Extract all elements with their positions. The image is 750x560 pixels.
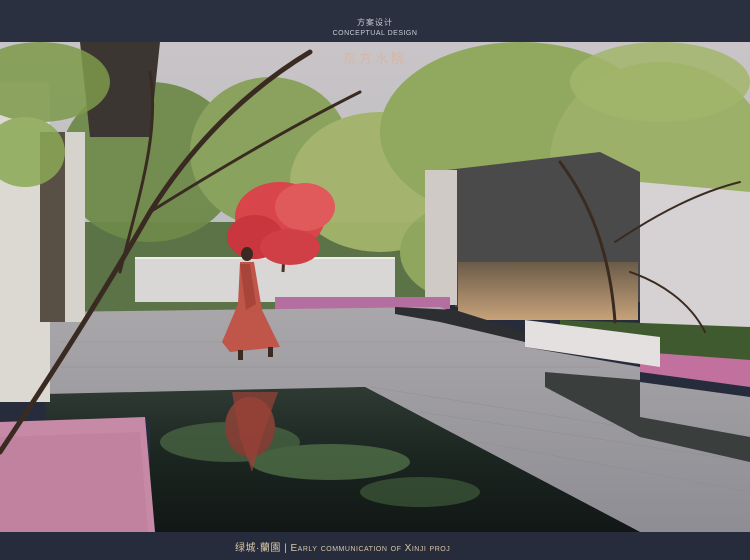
landscape-illustration	[0, 42, 750, 532]
white-wall	[135, 257, 395, 302]
overlay-title: 东方水院	[342, 52, 407, 67]
header-title-cn: 方案设计	[357, 18, 393, 27]
footer-caption: 绿城·蘭園 | Early communication of Xinji pro…	[235, 539, 450, 554]
footer-english: Early communication of Xinji proj	[290, 543, 451, 554]
header-title-en: CONCEPTUAL DESIGN	[332, 30, 418, 37]
footer-brand: 绿城·蘭園	[235, 543, 281, 554]
building-pillar-mid	[65, 132, 85, 322]
feature-wall-frame	[425, 170, 457, 305]
header-bar: 方案设计 CONCEPTUAL DESIGN	[0, 0, 750, 42]
footer-separator: |	[284, 543, 288, 554]
footer-bar: 绿城·蘭園 | Early communication of Xinji pro…	[0, 532, 750, 560]
flower-bed-back	[275, 297, 450, 309]
rendering-photo: 东方水院	[0, 42, 750, 532]
